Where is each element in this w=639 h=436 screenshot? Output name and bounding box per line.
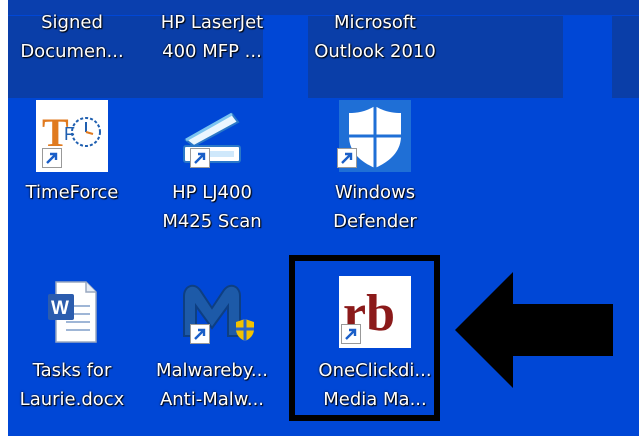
icon-label: Microsoft Outlook 2010 bbox=[314, 12, 436, 62]
desktop-icon-timeforce[interactable]: T F TimeForce bbox=[8, 100, 142, 220]
icon-label: HP LJ400 M425 Scan bbox=[162, 182, 262, 232]
arrow-left-icon bbox=[455, 270, 615, 394]
desktop-icon-malwarebytes[interactable]: Malwareby... Anti-Malw... bbox=[142, 276, 282, 410]
svg-text:W: W bbox=[51, 298, 69, 319]
highlight-box bbox=[289, 255, 440, 421]
shortcut-arrow-icon bbox=[190, 324, 210, 344]
shortcut-arrow-icon bbox=[42, 148, 62, 168]
icon-label: TimeForce bbox=[25, 182, 119, 203]
icon-label: Malwareby... Anti-Malw... bbox=[155, 360, 269, 410]
desktop-icon-windows-defender[interactable]: Windows Defender bbox=[305, 100, 445, 232]
icon-label: Tasks for Laurie.docx bbox=[19, 360, 125, 410]
scanner-icon bbox=[176, 100, 248, 172]
desktop-icon-hp-lj400-scan[interactable]: HP LJ400 M425 Scan bbox=[142, 100, 282, 232]
uac-shield-icon bbox=[234, 318, 256, 346]
shortcut-arrow-icon bbox=[337, 148, 357, 168]
svg-text:F: F bbox=[64, 124, 75, 144]
word-document-icon: W bbox=[36, 276, 108, 348]
icon-label: Windows Defender bbox=[333, 182, 417, 232]
icon-label: Signed Documen... bbox=[20, 12, 124, 62]
desktop-icon-tasks-for-laurie[interactable]: W Tasks for Laurie.docx bbox=[8, 276, 142, 410]
background-band bbox=[612, 16, 639, 98]
icon-label: HP LaserJet 400 MFP ... bbox=[160, 12, 264, 62]
shortcut-arrow-icon bbox=[190, 148, 210, 168]
